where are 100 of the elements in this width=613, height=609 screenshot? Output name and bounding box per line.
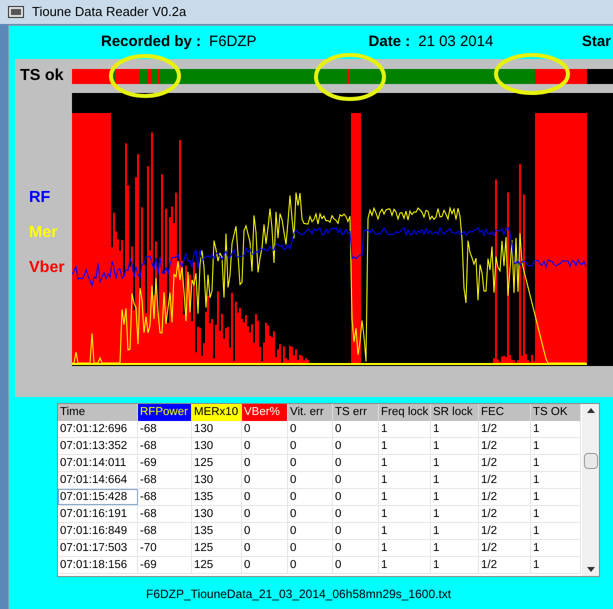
table-cell: 07:01:14:664 (58, 472, 138, 488)
table-cell: 0 (288, 557, 333, 573)
table-cell: 1/2 (479, 506, 531, 522)
table-cell: 1 (379, 421, 431, 437)
table-cell: 0 (242, 506, 288, 522)
table-cell: 1/2 (479, 540, 531, 556)
column-header[interactable]: RFPower (138, 404, 192, 421)
table-cell: 130 (192, 438, 242, 454)
column-header[interactable]: Time (58, 404, 138, 421)
table-cell: -69 (138, 455, 192, 471)
table-cell: 1 (431, 455, 479, 471)
scroll-up-icon[interactable] (586, 408, 594, 413)
table-cell: 07:01:15:428 (58, 489, 138, 505)
table-cell: 1 (531, 455, 581, 471)
table-cell: 0 (288, 438, 333, 454)
table-cell: 0 (288, 472, 333, 488)
table-cell: 0 (333, 455, 379, 471)
table-cell: 1 (379, 472, 431, 488)
table-cell: 1 (431, 421, 479, 437)
table-cell: 1 (379, 506, 431, 522)
date-value: 21 03 2014 (418, 32, 494, 52)
table-cell: 1/2 (479, 455, 531, 471)
table-cell: 1 (531, 489, 581, 505)
table-cell: 1 (379, 540, 431, 556)
table-cell: 1 (531, 557, 581, 573)
table-cell: 0 (242, 557, 288, 573)
table-cell: 07:01:17:503 (58, 540, 138, 556)
table-cell: 1 (379, 489, 431, 505)
column-header[interactable]: TS OK (531, 404, 581, 421)
table-cell: 0 (242, 472, 288, 488)
table-cell: 0 (242, 438, 288, 454)
table-cell: 0 (242, 489, 288, 505)
table-cell: 1 (431, 557, 479, 573)
column-header[interactable]: FEC (479, 404, 531, 421)
table-cell: -70 (138, 540, 192, 556)
table-cell: 0 (288, 523, 333, 539)
table-cell: -69 (138, 557, 192, 573)
table-cell: 1 (431, 472, 479, 488)
scroll-thumb[interactable] (584, 453, 598, 469)
scroll-down-icon[interactable] (586, 567, 594, 572)
table-cell: 1/2 (479, 438, 531, 454)
table-cell: 1 (531, 523, 581, 539)
column-header[interactable]: MERx10 (192, 404, 242, 421)
table-cell: 125 (192, 557, 242, 573)
table-cell: 0 (333, 438, 379, 454)
start-label: Star (582, 32, 611, 52)
table-cell: 1 (379, 523, 431, 539)
table-cell: 1 (431, 506, 479, 522)
column-header[interactable]: TS err (333, 404, 379, 421)
column-header[interactable]: Freq lock (379, 404, 431, 421)
table-cell: -68 (138, 523, 192, 539)
table-cell: 1 (431, 438, 479, 454)
table-cell: 0 (333, 557, 379, 573)
window-title: Tioune Data Reader V0.2a (32, 3, 186, 22)
table-cell: 0 (333, 506, 379, 522)
legend-label: Vber (29, 258, 66, 278)
table-cell: 07:01:14:011 (58, 455, 138, 471)
ts-ok-label: TS ok (19, 66, 65, 86)
table-cell: 1 (431, 523, 479, 539)
table-cell: -68 (138, 506, 192, 522)
app-icon (8, 6, 24, 18)
legend-label: RF (29, 188, 52, 208)
table-cell: 135 (192, 489, 242, 505)
table-cell: 0 (242, 455, 288, 471)
table-cell: 0 (333, 472, 379, 488)
table-cell: 1 (531, 540, 581, 556)
table-cell: 0 (288, 421, 333, 437)
table-cell: 0 (242, 540, 288, 556)
table-cell: 1 (431, 540, 479, 556)
column-header[interactable]: Vit. err (288, 404, 333, 421)
table-cell: 0 (333, 421, 379, 437)
table-cell: 07:01:16:849 (58, 523, 138, 539)
table-cell: 07:01:16:191 (58, 506, 138, 522)
table-cell: 1 (379, 455, 431, 471)
table-cell: 1 (431, 489, 479, 505)
table-cell: 130 (192, 472, 242, 488)
table-cell: 0 (288, 489, 333, 505)
table-cell: 130 (192, 506, 242, 522)
table-cell: 125 (192, 540, 242, 556)
table-cell: 1 (531, 472, 581, 488)
table-cell: -68 (138, 489, 192, 505)
table-cell: 0 (288, 540, 333, 556)
table-cell: -68 (138, 438, 192, 454)
table-cell: 0 (242, 421, 288, 437)
scrollbar[interactable] (582, 404, 599, 576)
table-cell: 1 (379, 557, 431, 573)
table-cell: 1 (379, 438, 431, 454)
table-cell: 0 (288, 455, 333, 471)
table-cell: 130 (192, 421, 242, 437)
table-cell: 0 (333, 540, 379, 556)
column-header[interactable]: SR lock (431, 404, 479, 421)
table-cell: 1 (531, 438, 581, 454)
table-cell: 07:01:12:696 (58, 421, 138, 437)
table-cell: 135 (192, 523, 242, 539)
table-cell: 1/2 (479, 472, 531, 488)
table-cell: 1 (531, 421, 581, 437)
date-label: Date : (368, 32, 410, 52)
column-header[interactable]: VBer% (242, 404, 288, 421)
table-cell: 07:01:13:352 (58, 438, 138, 454)
table-cell: 1 (531, 506, 581, 522)
